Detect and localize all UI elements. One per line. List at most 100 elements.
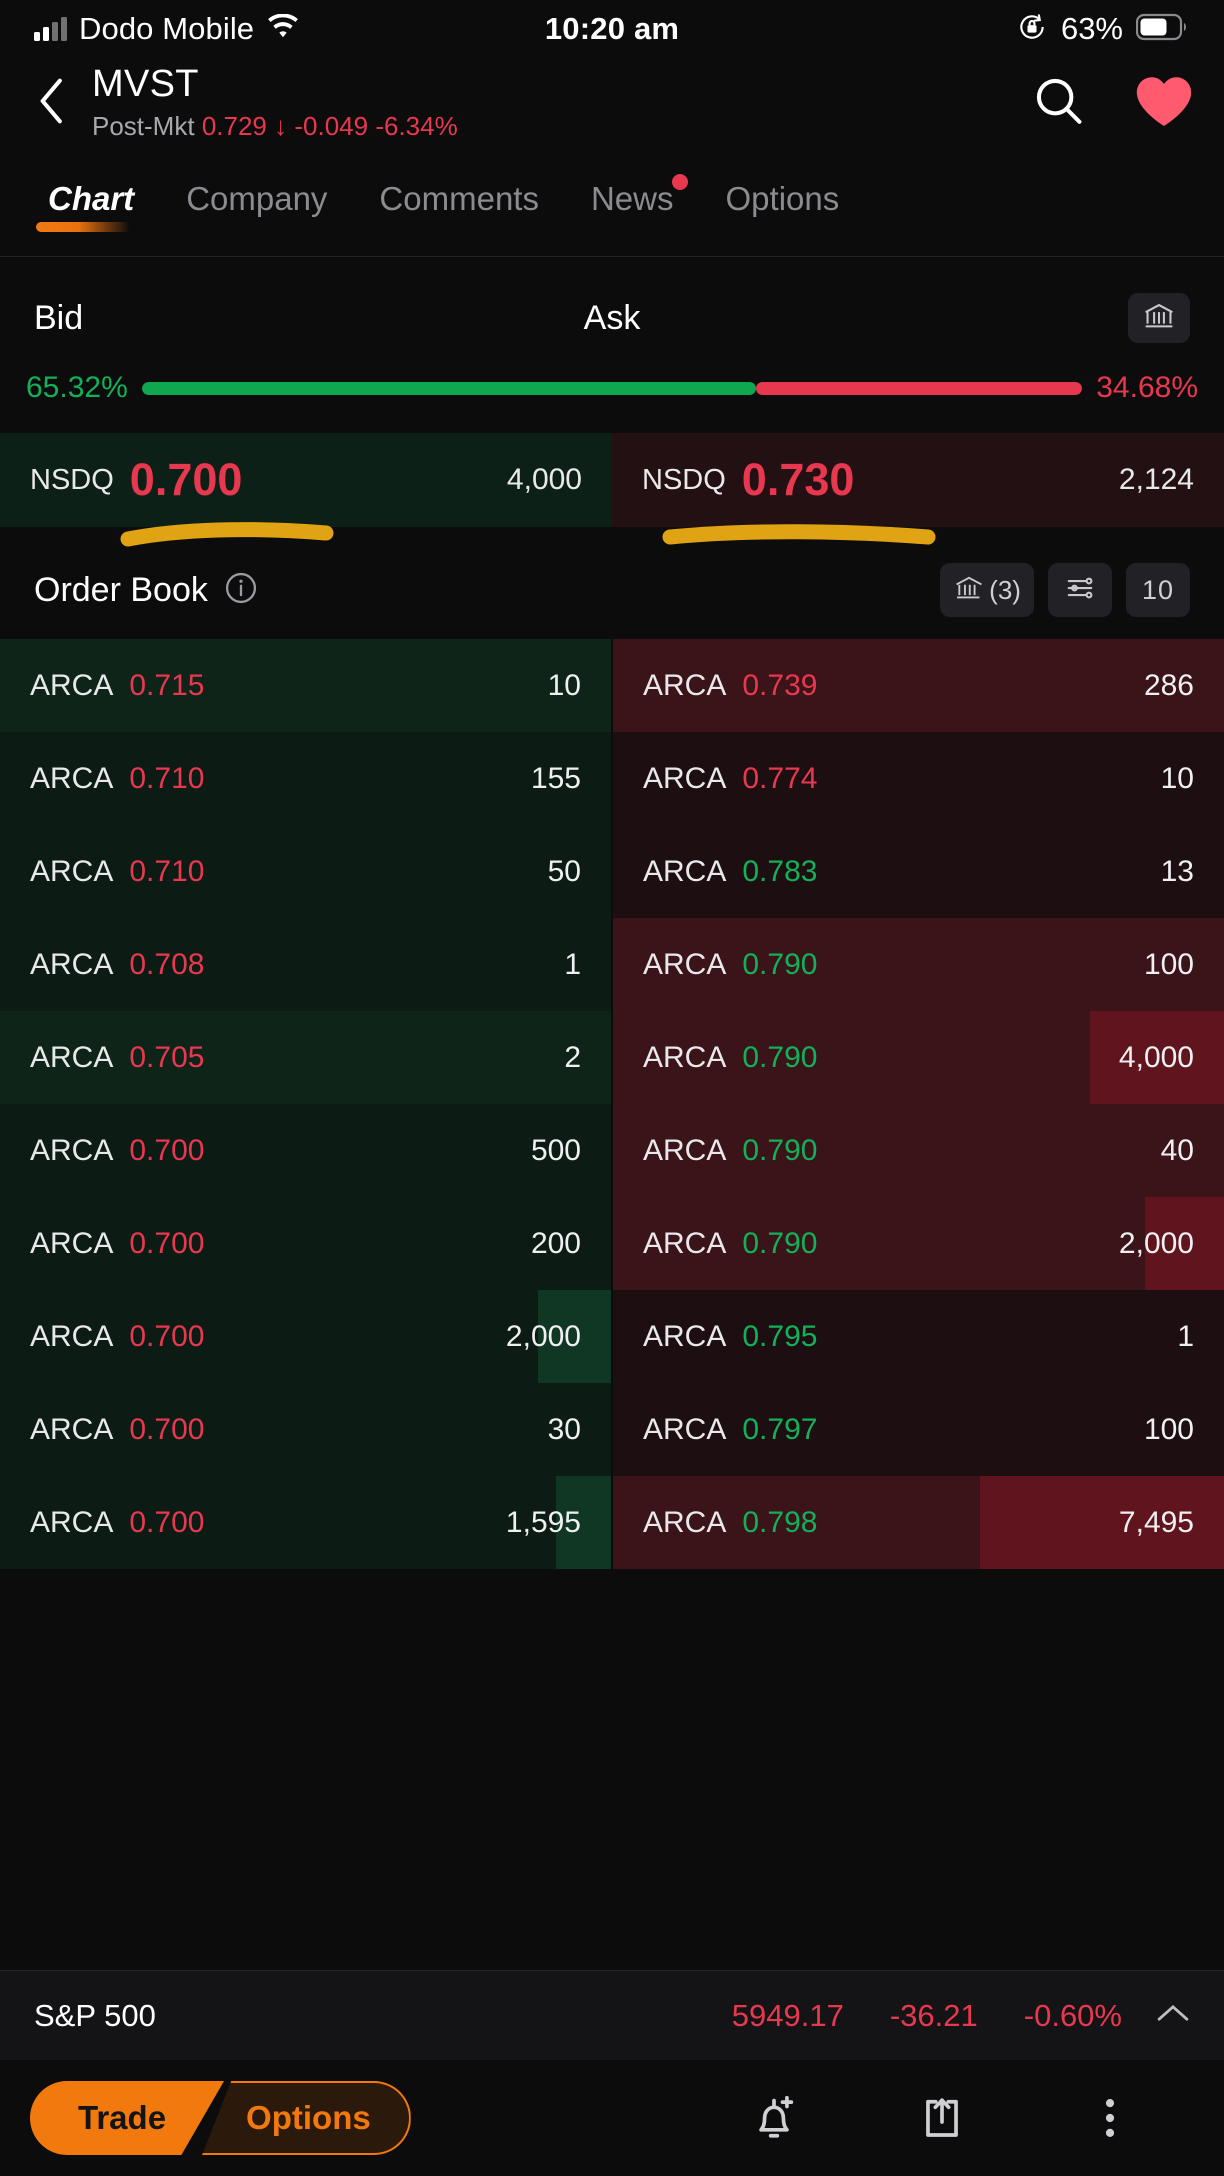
order-book-ask-cell[interactable]: ARCA 0.783 13 <box>613 825 1224 918</box>
bank-icon <box>1142 301 1176 336</box>
more-vertical-icon[interactable] <box>1026 2073 1194 2163</box>
table-row: ARCA 0.710 155 ARCA 0.774 10 <box>0 732 1224 825</box>
signal-bars-icon <box>34 17 67 41</box>
order-book-bid-cell[interactable]: ARCA 0.710 155 <box>0 732 611 825</box>
order-book-size: 200 <box>530 1226 581 1260</box>
page-title: MVST <box>92 63 199 105</box>
order-book-ask-cell[interactable]: ARCA 0.774 10 <box>613 732 1224 825</box>
trade-button[interactable]: Trade <box>30 2081 225 2155</box>
order-book-settings-button[interactable] <box>1047 563 1112 617</box>
order-book-size: 10 <box>547 668 581 702</box>
order-book-venue: ARCA <box>643 1319 727 1353</box>
order-book-venue: ARCA <box>643 1505 727 1539</box>
share-icon[interactable] <box>858 2073 1026 2163</box>
order-book-venue: ARCA <box>30 947 114 981</box>
order-book-ask-cell[interactable]: ARCA 0.790 4,000 <box>613 1011 1224 1104</box>
order-book-ask-cell[interactable]: ARCA 0.790 2,000 <box>613 1197 1224 1290</box>
order-book-ask-cell[interactable]: ARCA 0.798 7,495 <box>613 1476 1224 1569</box>
info-icon[interactable] <box>224 571 258 610</box>
top-ask-price: 0.730 <box>741 454 855 505</box>
order-book-depth-button[interactable]: 10 <box>1125 563 1190 617</box>
table-row: ARCA 0.700 30 ARCA 0.797 100 <box>0 1383 1224 1476</box>
order-book-size: 1,595 <box>505 1505 581 1539</box>
order-book-price: 0.790 <box>742 1133 818 1167</box>
battery-icon <box>1135 13 1190 46</box>
order-book-size: 10 <box>1160 761 1194 795</box>
table-row: ARCA 0.700 500 ARCA 0.790 40 <box>0 1104 1224 1197</box>
battery-percentage: 63% <box>1060 11 1123 46</box>
status-bar: Dodo Mobile 10:20 am 63% <box>0 0 1224 58</box>
top-bid-quote[interactable]: NSDQ 0.700 4,000 <box>0 433 612 527</box>
tab-comments[interactable]: Comments <box>353 180 565 232</box>
tab-company[interactable]: Company <box>160 180 353 232</box>
order-book-ask-cell[interactable]: ARCA 0.790 40 <box>613 1104 1224 1197</box>
table-row: ARCA 0.700 2,000 ARCA 0.795 1 <box>0 1290 1224 1383</box>
order-book-table: ARCA 0.715 10 ARCA 0.739 286 ARCA 0.710 155 ARCA 0… <box>0 639 1224 1569</box>
index-ticker-bar[interactable]: S&P 500 5949.17 -36.21 -0.60% <box>0 1970 1224 2060</box>
bank-icon <box>953 574 985 607</box>
order-book-bid-cell[interactable]: ARCA 0.700 2,000 <box>0 1290 611 1383</box>
bid-ratio-fill <box>141 381 757 395</box>
order-book-venue: ARCA <box>643 854 727 888</box>
order-book-bid-cell[interactable]: ARCA 0.700 1,595 <box>0 1476 611 1569</box>
order-book-size: 2,000 <box>505 1319 581 1353</box>
carrier-label: Dodo Mobile <box>79 11 255 46</box>
order-book-bid-cell[interactable]: ARCA 0.715 10 <box>0 639 611 732</box>
order-book-size: 40 <box>1160 1133 1194 1167</box>
bottom-toolbar: Trade Options <box>0 2060 1224 2176</box>
order-book-venue: ARCA <box>643 1040 727 1074</box>
order-book-venue: ARCA <box>30 1412 114 1446</box>
order-book-bid-cell[interactable]: ARCA 0.705 2 <box>0 1011 611 1104</box>
order-book-bid-cell[interactable]: ARCA 0.700 500 <box>0 1104 611 1197</box>
exchange-filter-button[interactable]: (3) <box>940 563 1034 617</box>
top-of-book-row: NSDQ 0.700 4,000 NSDQ 0.730 2,124 <box>0 433 1224 547</box>
rotation-lock-icon <box>1016 11 1048 48</box>
search-icon[interactable] <box>1032 74 1086 133</box>
tab-bar: Chart Company Comments News Options <box>0 148 1224 232</box>
order-book-ask-cell[interactable]: ARCA 0.739 286 <box>613 639 1224 732</box>
order-book-bid-cell[interactable]: ARCA 0.700 200 <box>0 1197 611 1290</box>
order-book-price: 0.790 <box>742 1040 818 1074</box>
order-book-price: 0.705 <box>129 1040 205 1074</box>
index-value: 5949.17 <box>731 1997 844 2033</box>
bell-plus-icon[interactable] <box>690 2073 858 2163</box>
order-book-size: 2,000 <box>1118 1226 1194 1260</box>
order-book-size: 4,000 <box>1118 1040 1194 1074</box>
back-button[interactable] <box>22 73 82 133</box>
order-book-size: 1 <box>564 947 581 981</box>
post-market-change: -0.049 <box>294 111 369 141</box>
options-button[interactable]: Options <box>202 2081 411 2155</box>
top-ask-venue: NSDQ <box>642 463 726 496</box>
table-row: ARCA 0.705 2 ARCA 0.790 4,000 <box>0 1011 1224 1104</box>
top-bid-venue: NSDQ <box>30 463 114 496</box>
exchange-selector-button[interactable] <box>1128 293 1190 343</box>
order-book-ask-cell[interactable]: ARCA 0.797 100 <box>613 1383 1224 1476</box>
wifi-icon <box>266 13 300 45</box>
page-header: MVST Post-Mkt 0.729 ↓ -0.049 -6.34% <box>0 58 1224 148</box>
ask-ratio-fill <box>756 381 1083 395</box>
order-book-price: 0.790 <box>742 1226 818 1260</box>
order-book-ask-cell[interactable]: ARCA 0.795 1 <box>613 1290 1224 1383</box>
order-book-price: 0.700 <box>129 1319 205 1353</box>
order-book-size: 2 <box>564 1040 581 1074</box>
tab-company-label: Company <box>186 180 328 217</box>
tab-news[interactable]: News <box>565 174 700 232</box>
top-ask-size: 2,124 <box>1118 463 1194 496</box>
symbol-block[interactable]: MVST Post-Mkt 0.729 ↓ -0.049 -6.34% <box>92 62 458 144</box>
order-book-buttons: (3) 10 <box>940 563 1190 617</box>
order-book-bid-cell[interactable]: ARCA 0.710 50 <box>0 825 611 918</box>
order-book-bid-cell[interactable]: ARCA 0.708 1 <box>0 918 611 1011</box>
top-ask-quote[interactable]: NSDQ 0.730 2,124 <box>612 433 1224 527</box>
post-market-quote: Post-Mkt 0.729 ↓ -0.049 -6.34% <box>92 108 458 144</box>
order-book-venue: ARCA <box>30 854 114 888</box>
tab-chart[interactable]: Chart <box>22 180 160 232</box>
order-book-bid-cell[interactable]: ARCA 0.700 30 <box>0 1383 611 1476</box>
tab-options[interactable]: Options <box>700 180 866 232</box>
heart-icon[interactable] <box>1134 74 1194 133</box>
order-book-price: 0.708 <box>129 947 205 981</box>
chevron-up-icon[interactable] <box>1156 2001 1190 2030</box>
order-book-ask-cell[interactable]: ARCA 0.790 100 <box>613 918 1224 1011</box>
order-book-price: 0.710 <box>129 854 205 888</box>
order-book-price: 0.774 <box>742 761 818 795</box>
order-book-size: 100 <box>1143 1412 1194 1446</box>
